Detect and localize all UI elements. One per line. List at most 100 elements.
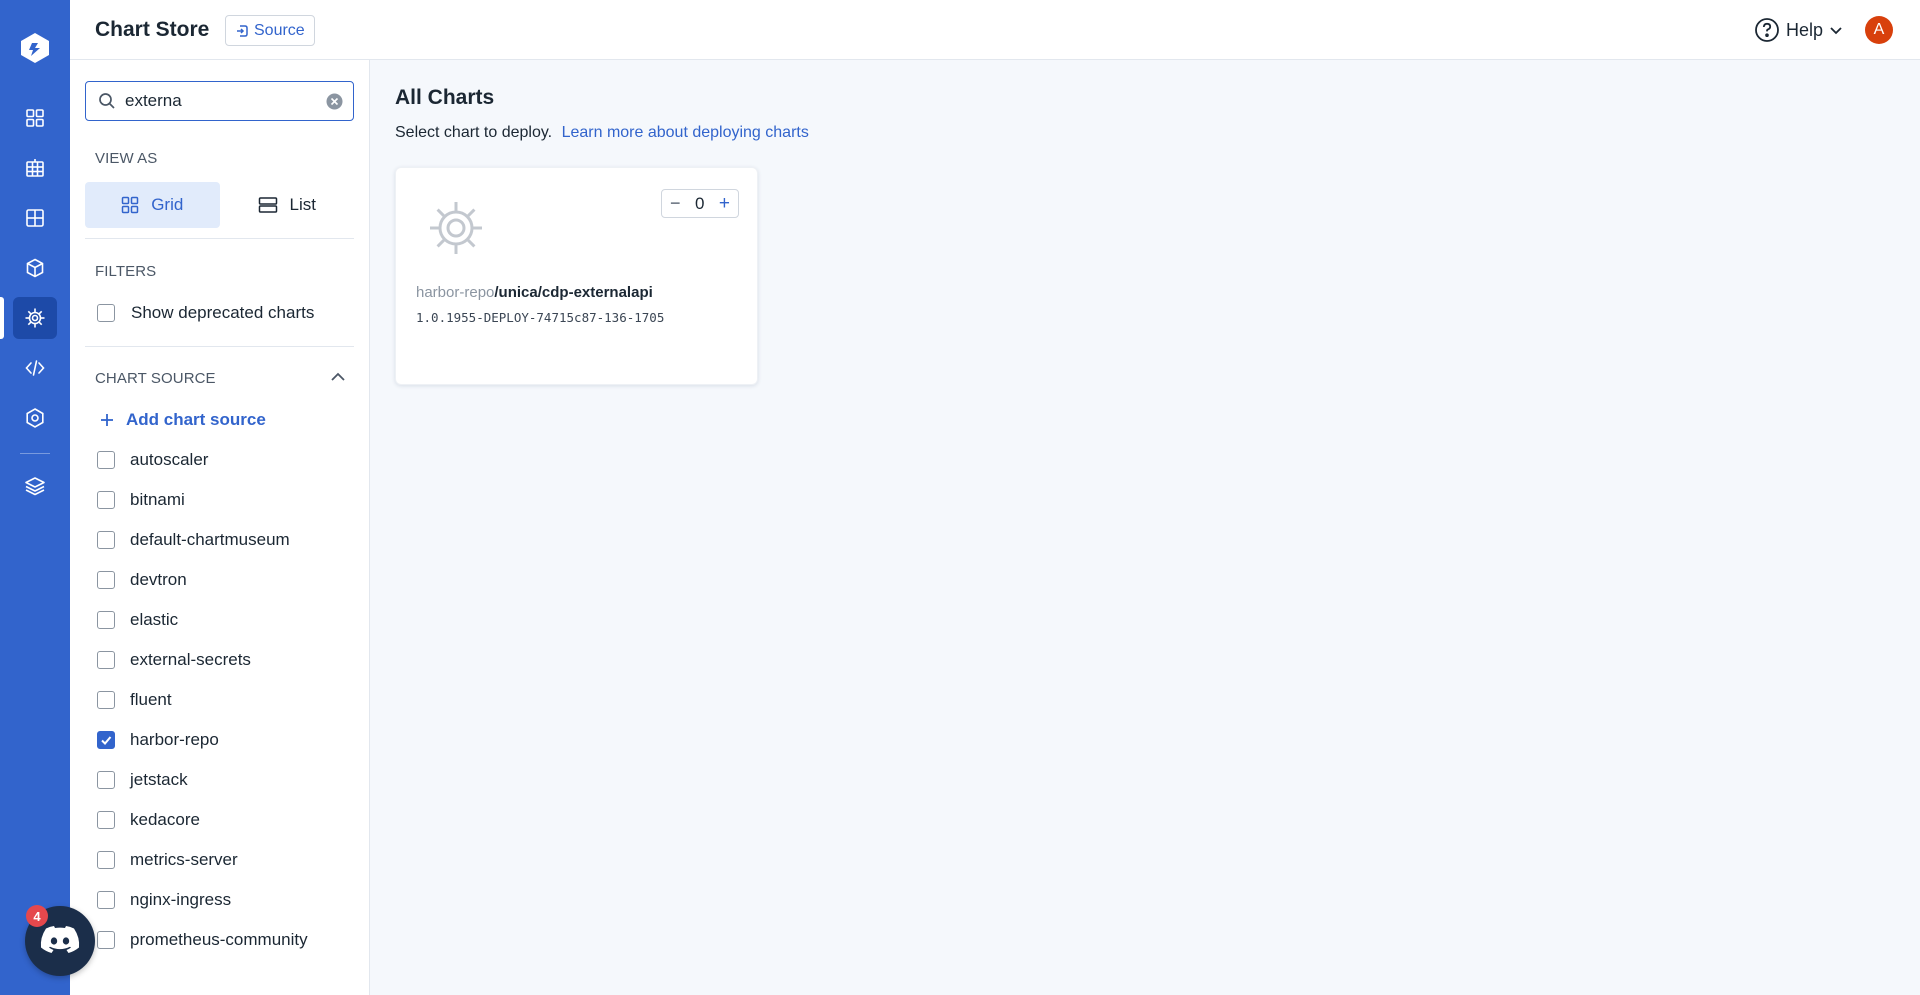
list-icon: [258, 197, 277, 213]
chart-source-label: autoscaler: [130, 450, 209, 469]
grid-view-label: Grid: [151, 195, 184, 214]
chart-version: 1.0.1955-DEPLOY-74715c87-136-1705: [416, 310, 665, 325]
filter-panel: VIEW AS Grid List FILTERS Show deprecate…: [70, 60, 370, 995]
chart-source-label: default-chartmuseum: [130, 530, 290, 549]
chart-source-label: kedacore: [130, 810, 200, 829]
chart-source-item[interactable]: bitnami: [97, 490, 185, 510]
chart-source-label: metrics-server: [130, 850, 238, 869]
grid-icon: [121, 196, 139, 214]
chart-source-checkbox[interactable]: [97, 771, 115, 789]
chart-source-item[interactable]: devtron: [97, 570, 187, 590]
chart-source-checkbox[interactable]: [97, 491, 115, 509]
devtron-logo-icon[interactable]: [15, 28, 55, 68]
chart-source-checkbox[interactable]: [97, 931, 115, 949]
increment-button[interactable]: +: [719, 193, 730, 215]
chart-count-value: 0: [694, 193, 705, 213]
nav-code-icon[interactable]: [13, 347, 57, 389]
chart-source-label: elastic: [130, 610, 179, 629]
view-toggle: Grid List: [85, 182, 354, 228]
chart-source-label: CHART SOURCE: [95, 370, 216, 387]
user-avatar[interactable]: A: [1865, 16, 1893, 44]
chart-source-checkbox[interactable]: [97, 691, 115, 709]
list-view-button[interactable]: List: [220, 182, 355, 228]
all-charts-title: All Charts: [395, 86, 495, 109]
chevron-up-icon[interactable]: [329, 368, 347, 386]
page-title: Chart Store: [95, 18, 210, 41]
chart-source-item[interactable]: prometheus-community: [97, 930, 308, 950]
deprecated-label: Show deprecated charts: [131, 303, 315, 322]
divider: [85, 346, 354, 347]
learn-more-link[interactable]: Learn more about deploying charts: [562, 124, 809, 141]
nav-divider: [20, 453, 50, 454]
help-menu[interactable]: Help: [1754, 17, 1843, 43]
chart-source-item[interactable]: elastic: [97, 610, 178, 630]
nav-chart-store-icon[interactable]: [13, 297, 57, 339]
list-view-label: List: [289, 195, 316, 214]
chart-source-label: prometheus-community: [130, 930, 308, 949]
view-as-label: VIEW AS: [95, 150, 158, 167]
nav-resource-browser-icon[interactable]: [13, 197, 57, 239]
source-button[interactable]: Source: [225, 15, 315, 46]
nav-jobs-icon[interactable]: [13, 247, 57, 289]
chart-source-checkbox[interactable]: [97, 811, 115, 829]
chart-title: /unica/cdp-externalapi: [494, 284, 653, 301]
chart-source-checkbox[interactable]: [97, 851, 115, 869]
search-input[interactable]: [125, 91, 325, 111]
chart-source-label: devtron: [130, 570, 187, 589]
chevron-down-icon: [1830, 27, 1842, 35]
chart-helm-icon: [430, 202, 482, 254]
decrement-button[interactable]: −: [670, 193, 681, 214]
help-label: Help: [1786, 19, 1824, 40]
top-header: Chart Store Source Help A: [70, 0, 1920, 60]
add-chart-source-button[interactable]: Add chart source: [100, 410, 266, 430]
search-icon: [99, 93, 115, 109]
chart-source-checkbox[interactable]: [97, 651, 115, 669]
chart-source-item[interactable]: default-chartmuseum: [97, 530, 290, 550]
source-arrow-icon: [237, 24, 248, 37]
nav-active-indicator: [0, 297, 4, 339]
all-charts-subtitle: Select chart to deploy. Learn more about…: [395, 124, 809, 142]
chart-source-item[interactable]: jetstack: [97, 770, 188, 790]
nav-app-groups-icon[interactable]: [13, 147, 57, 189]
chart-source-label: nginx-ingress: [130, 890, 232, 909]
chart-source-item[interactable]: autoscaler: [97, 450, 208, 470]
chart-source-item[interactable]: fluent: [97, 690, 172, 710]
chart-source-label: bitnami: [130, 490, 185, 509]
chart-repo: harbor-repo: [416, 284, 495, 301]
chart-source-item[interactable]: metrics-server: [97, 850, 238, 870]
chart-source-checkbox[interactable]: [97, 451, 115, 469]
divider: [85, 238, 354, 239]
deprecated-checkbox[interactable]: [97, 304, 115, 322]
chart-count-stepper[interactable]: − 0 +: [661, 189, 739, 218]
chart-card[interactable]: − 0 + harbor-repo/unica/cdp-externalapi …: [395, 167, 758, 385]
search-box[interactable]: [85, 81, 354, 121]
chart-source-label: jetstack: [130, 770, 188, 789]
chart-source-checkbox[interactable]: [97, 531, 115, 549]
source-button-label: Source: [254, 21, 305, 39]
nav-stack-manager-icon[interactable]: [13, 465, 57, 507]
chart-source-checkbox[interactable]: [97, 731, 115, 749]
grid-view-button[interactable]: Grid: [85, 182, 220, 228]
chart-source-label: harbor-repo: [130, 730, 219, 749]
chart-source-checkbox[interactable]: [97, 611, 115, 629]
clear-search-icon[interactable]: [326, 93, 343, 110]
nav-applications-icon[interactable]: [13, 97, 57, 139]
chart-source-checkbox[interactable]: [97, 891, 115, 909]
nav-global-config-icon[interactable]: [13, 397, 57, 439]
chart-source-item[interactable]: nginx-ingress: [97, 890, 231, 910]
chart-source-item[interactable]: external-secrets: [97, 650, 251, 670]
add-chart-source-label: Add chart source: [126, 410, 266, 429]
chart-source-label: external-secrets: [130, 650, 251, 669]
checkmark-icon: [101, 736, 112, 745]
app-nav: [0, 0, 70, 995]
chart-name: harbor-repo/unica/cdp-externalapi: [416, 284, 653, 301]
deprecated-filter[interactable]: Show deprecated charts: [97, 303, 314, 323]
subtitle-text: Select chart to deploy.: [395, 124, 553, 141]
discord-icon: [40, 926, 80, 953]
filters-label: FILTERS: [95, 263, 157, 280]
chart-source-item[interactable]: harbor-repo: [97, 730, 219, 750]
help-icon: [1755, 18, 1779, 42]
chart-source-item[interactable]: kedacore: [97, 810, 200, 830]
chart-source-checkbox[interactable]: [97, 571, 115, 589]
discord-notification-badge: 4: [26, 905, 48, 927]
